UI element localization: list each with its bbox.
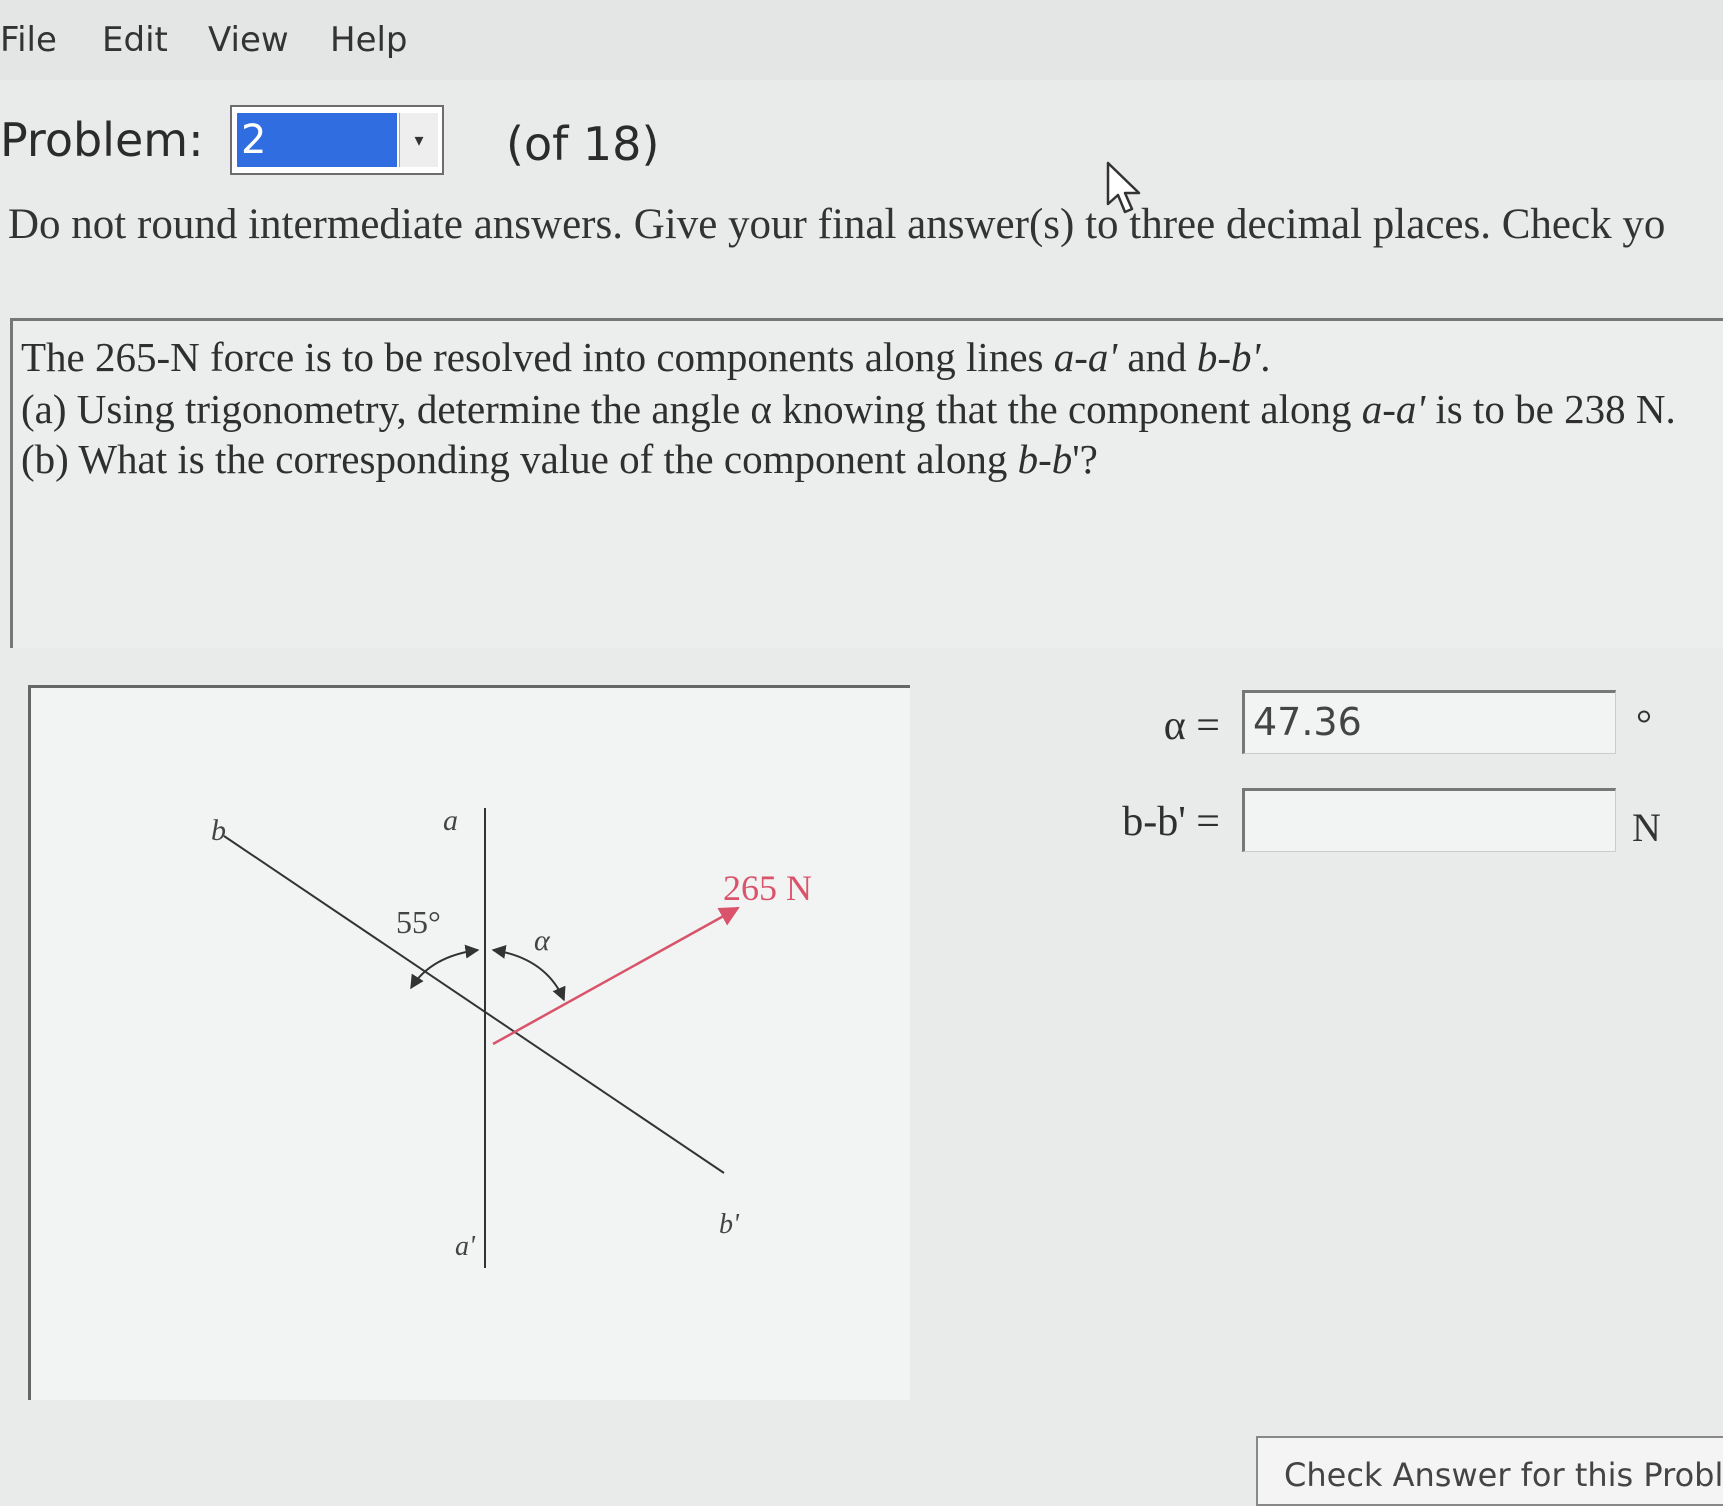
menu-view[interactable]: View <box>208 20 289 60</box>
line-b-b-prime <box>223 835 725 1174</box>
force-diagram-svg: b a a' b' 55° α 265 N <box>211 804 812 1268</box>
mouse-pointer-icon <box>1105 160 1145 221</box>
force-arrow <box>492 906 740 1046</box>
bb-unit: N <box>1632 805 1661 850</box>
instructions-text: Do not round intermediate answers. Give … <box>8 201 1666 248</box>
check-answer-button[interactable]: Check Answer for this Problem <box>1256 1436 1723 1506</box>
question-text: (b) What is the corresponding value of t… <box>21 436 1018 482</box>
question-text: and <box>1117 334 1197 380</box>
label-b-prime: b' <box>719 1209 740 1240</box>
label-b: b <box>211 814 226 847</box>
problem-label: Problem: <box>0 113 204 167</box>
angle-alpha-arc <box>491 944 566 1002</box>
alpha-unit: ° <box>1636 701 1652 746</box>
question-text: '? <box>1072 436 1098 482</box>
question-text: . <box>1260 334 1271 380</box>
problem-select-value[interactable]: 2 <box>237 113 397 167</box>
angle-55-label: 55° <box>396 904 441 940</box>
bb-input[interactable] <box>1242 788 1616 852</box>
menu-edit[interactable]: Edit <box>102 20 168 60</box>
alpha-label: α = <box>1163 703 1220 749</box>
angle-alpha-label: α <box>534 924 551 957</box>
line-aa-label: a-a' <box>1053 334 1118 380</box>
line-bb-label: b-b' <box>1196 334 1261 380</box>
menu-file[interactable]: File <box>0 20 57 60</box>
alpha-input[interactable]: 47.36 <box>1242 690 1616 754</box>
question-panel: The 265-N force is to be resolved into c… <box>10 318 1723 648</box>
problem-select[interactable]: 2 ▾ <box>230 105 444 175</box>
problem-row: Problem: 2 ▾ (of 18) <box>0 95 1723 190</box>
question-text: The 265-N force is to be resolved into c… <box>21 334 1054 380</box>
force-diagram: b a a' b' 55° α 265 N <box>28 685 910 1400</box>
question-line-2: (a) Using trigonometry, determine the an… <box>21 385 1676 433</box>
bb-label: b-b' = <box>1122 799 1220 845</box>
question-text: (a) Using trigonometry, determine the an… <box>21 386 1362 432</box>
line-aa-label: a-a' <box>1361 386 1426 432</box>
menu-help[interactable]: Help <box>330 20 408 60</box>
label-a: a <box>443 804 458 837</box>
chevron-down-icon[interactable]: ▾ <box>399 113 438 167</box>
question-line-1: The 265-N force is to be resolved into c… <box>21 333 1271 381</box>
menu-bar: File Edit View Help <box>0 0 1723 80</box>
line-bb-label: b-b <box>1017 436 1073 482</box>
force-label: 265 N <box>723 868 812 908</box>
question-line-3: (b) What is the corresponding value of t… <box>21 435 1098 483</box>
label-a-prime: a' <box>455 1231 476 1262</box>
question-text: is to be 238 N. <box>1425 386 1676 432</box>
problem-count: (of 18) <box>506 117 660 171</box>
